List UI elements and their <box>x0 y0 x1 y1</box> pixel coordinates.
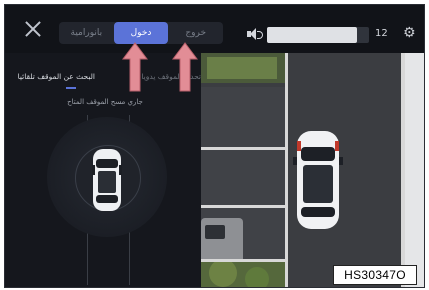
ego-car-camera <box>293 131 343 229</box>
stall-line <box>201 147 285 150</box>
close-icon[interactable] <box>23 19 43 39</box>
mode-panoramic[interactable]: بانورامية <box>59 22 114 44</box>
volume-slider[interactable] <box>267 27 369 43</box>
camera-scene <box>201 53 424 287</box>
annotation-arrows <box>122 42 198 92</box>
stall-line <box>201 259 285 262</box>
scan-status: جاري مسح الموقف المتاح <box>67 98 143 106</box>
volume-value: 12 <box>375 28 388 39</box>
road-edge-line <box>401 53 405 287</box>
active-tab-indicator <box>66 87 76 89</box>
overhead-camera-view <box>201 53 424 287</box>
parked-car <box>201 218 243 263</box>
gear-icon[interactable]: ⚙ <box>403 26 416 40</box>
image-code-label: HS30347O <box>333 265 417 285</box>
parking-screen: بانورامية دخول خروج 12 ⚙ البحث عن الموقف… <box>4 4 425 288</box>
volume-fill <box>267 27 357 43</box>
arrow-up-icon <box>122 42 148 92</box>
ego-car-icon <box>92 149 122 211</box>
tab-auto-search[interactable]: البحث عن الموقف تلقائيا <box>18 72 95 81</box>
volume-icon <box>247 28 263 40</box>
arrow-up-icon <box>172 42 198 92</box>
stall-line <box>201 205 285 208</box>
top-bar: بانورامية دخول خروج 12 ⚙ <box>5 5 424 53</box>
